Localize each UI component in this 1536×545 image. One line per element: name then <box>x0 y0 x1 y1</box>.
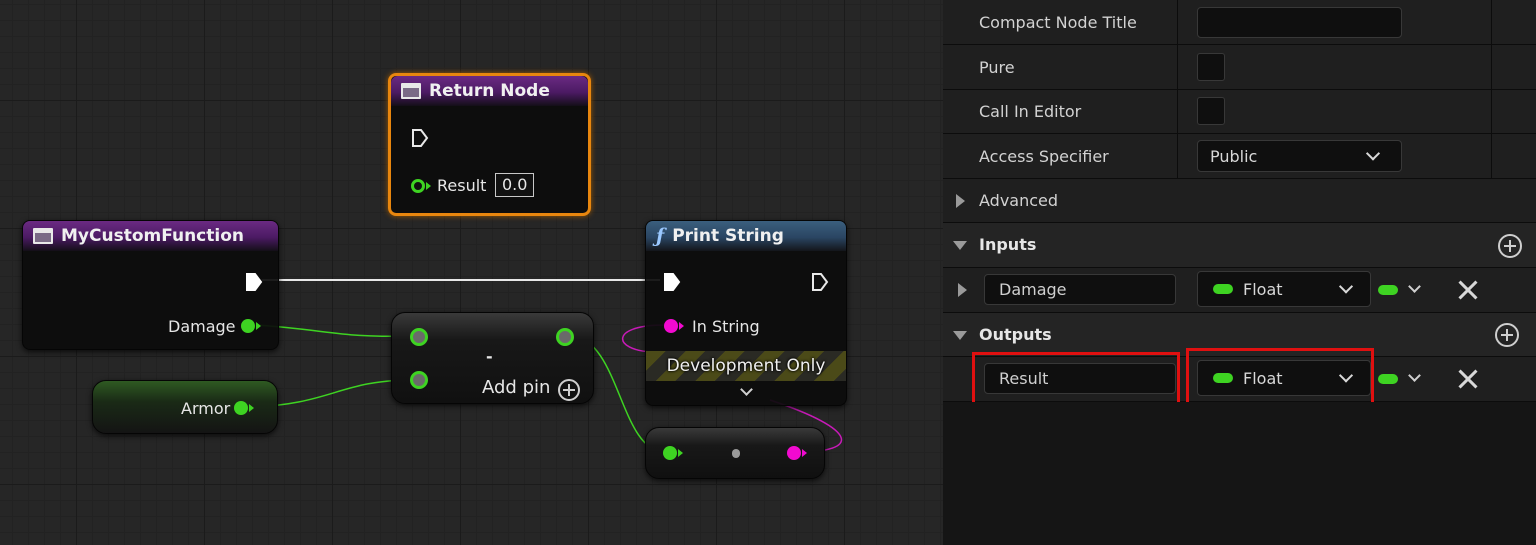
add-output-pin-icon[interactable] <box>556 328 574 346</box>
add-input-a-pin-icon[interactable] <box>410 328 428 346</box>
conversion-input-arrow-icon <box>678 449 683 457</box>
access-specifier-row: Access Specifier Public <box>943 134 1536 179</box>
call-in-editor-checkbox[interactable] <box>1197 97 1225 125</box>
highlight-output-name <box>972 352 1180 405</box>
container-type-chevron-icon[interactable] <box>1408 280 1421 293</box>
exec-out-pin-icon[interactable] <box>811 272 829 292</box>
chevron-down-icon <box>1365 146 1381 161</box>
compact-node-title-input[interactable] <box>1197 7 1402 38</box>
add-operator-symbol: - <box>486 347 493 366</box>
custom-function-node[interactable]: MyCustomFunction Damage <box>22 220 279 350</box>
details-panel: Compact Node Title Pure Call In Editor A… <box>943 0 1536 545</box>
compact-node-title-row: Compact Node Title <box>943 0 1536 45</box>
blueprint-graph-canvas[interactable]: Return Node Result 0.0 MyCustomFunction … <box>0 0 943 545</box>
remove-input-close-icon[interactable] <box>1456 278 1480 302</box>
add-output-plus-icon[interactable] <box>1495 323 1519 347</box>
add-input-plus-icon[interactable] <box>1498 234 1522 258</box>
result-pin-icon[interactable] <box>411 179 425 193</box>
expand-arrow-icon[interactable] <box>956 194 965 208</box>
advanced-label: Advanced <box>979 191 1059 210</box>
conversion-output-arrow-icon <box>802 449 807 457</box>
return-node-header[interactable]: Return Node <box>391 76 588 106</box>
access-specifier-value: Public <box>1210 147 1258 166</box>
development-only-banner: Development Only <box>646 351 846 381</box>
in-string-pin-arrow-icon <box>679 322 684 330</box>
input-param-row: Damage Float <box>943 268 1536 313</box>
damage-pin-icon[interactable] <box>241 319 255 333</box>
armor-pin-arrow-icon <box>249 404 254 412</box>
conversion-output-pin-icon[interactable] <box>787 446 801 460</box>
return-node[interactable]: Return Node Result 0.0 <box>388 73 591 216</box>
remove-output-close-icon[interactable] <box>1456 367 1480 391</box>
pure-row: Pure <box>943 45 1536 90</box>
armor-variable-node[interactable]: Armor <box>92 380 278 434</box>
conversion-dot-icon <box>732 449 740 458</box>
collapse-arrow-icon[interactable] <box>953 241 967 250</box>
exec-in-pin-icon[interactable] <box>663 272 681 292</box>
custom-function-header[interactable]: MyCustomFunction <box>23 221 278 251</box>
print-string-node[interactable]: ƒ Print String In String Development Onl… <box>645 220 847 406</box>
armor-pin-icon[interactable] <box>234 401 248 415</box>
container-type-pill-icon[interactable] <box>1378 285 1398 295</box>
exec-out-pin-icon[interactable] <box>245 272 263 292</box>
return-node-title: Return Node <box>429 81 550 101</box>
float-type-icon <box>1213 284 1233 294</box>
access-specifier-dropdown[interactable]: Public <box>1197 140 1402 172</box>
print-string-title: Print String <box>672 226 784 246</box>
container-type-pill-icon[interactable] <box>1378 374 1398 384</box>
damage-pin-arrow-icon <box>256 322 261 330</box>
function-f-icon: ƒ <box>656 225 665 247</box>
chevron-down-icon <box>1338 279 1354 294</box>
highlight-output-type <box>1186 348 1374 407</box>
inputs-section-header[interactable]: Inputs <box>943 223 1536 268</box>
pure-label: Pure <box>979 58 1015 77</box>
armor-label: Armor <box>181 399 231 418</box>
damage-pin-label: Damage <box>168 317 236 336</box>
add-float-node[interactable]: - Add pin <box>391 312 594 404</box>
custom-function-title: MyCustomFunction <box>61 226 244 246</box>
conversion-input-pin-icon[interactable] <box>663 446 677 460</box>
damage-wire <box>255 324 413 338</box>
exec-in-pin-icon[interactable] <box>411 128 429 148</box>
input-param-name-field[interactable]: Damage <box>984 274 1176 305</box>
in-string-label: In String <box>692 317 760 336</box>
inputs-section-label: Inputs <box>979 235 1037 254</box>
result-pin-label: Result <box>437 176 487 195</box>
outputs-section-label: Outputs <box>979 325 1052 344</box>
pure-checkbox[interactable] <box>1197 53 1225 81</box>
compact-node-title-label: Compact Node Title <box>979 13 1137 32</box>
function-icon <box>401 83 421 99</box>
print-string-header[interactable]: ƒ Print String <box>646 221 846 251</box>
expand-arrow-icon[interactable] <box>958 283 967 297</box>
expand-chevron-icon[interactable] <box>740 383 753 396</box>
input-param-type-dropdown[interactable]: Float <box>1197 271 1371 307</box>
panel-empty-area <box>943 402 1536 545</box>
in-string-pin-icon[interactable] <box>664 319 678 333</box>
add-input-b-pin-icon[interactable] <box>410 371 428 389</box>
advanced-row[interactable]: Advanced <box>943 179 1536 223</box>
add-pin-label[interactable]: Add pin <box>482 377 550 398</box>
call-in-editor-label: Call In Editor <box>979 102 1082 121</box>
function-icon <box>33 228 53 244</box>
add-pin-plus-icon[interactable] <box>558 379 580 401</box>
float-to-string-node[interactable] <box>645 427 825 479</box>
input-param-type-value: Float <box>1243 280 1283 299</box>
call-in-editor-row: Call In Editor <box>943 90 1536 134</box>
container-type-chevron-icon[interactable] <box>1408 369 1421 382</box>
access-specifier-label: Access Specifier <box>979 147 1109 166</box>
result-value-field[interactable]: 0.0 <box>495 173 535 197</box>
result-pin-arrow-icon <box>426 182 431 190</box>
collapse-arrow-icon[interactable] <box>953 331 967 340</box>
